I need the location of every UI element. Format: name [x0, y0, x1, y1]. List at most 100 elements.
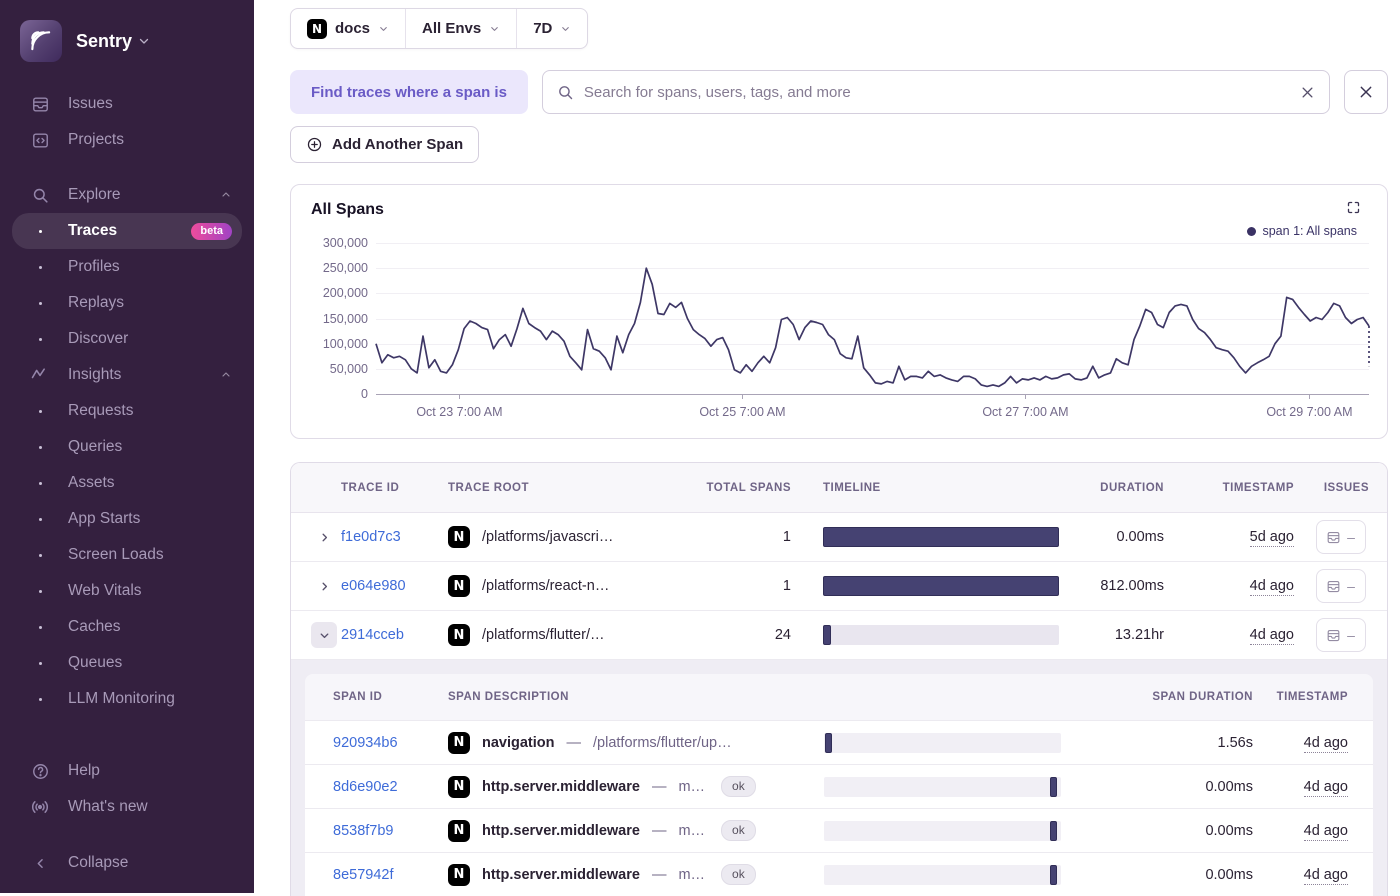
- col-span-id: SPAN ID: [333, 691, 448, 703]
- chevron-up-icon: [220, 189, 232, 201]
- sidebar-item-traces[interactable]: Tracesbeta: [12, 213, 242, 249]
- y-tick-label: 250,000: [323, 261, 368, 275]
- expand-chart-icon[interactable]: [1346, 200, 1361, 220]
- span-description: m…: [678, 867, 705, 883]
- sidebar-item-replays[interactable]: Replays: [12, 285, 242, 321]
- sidebar-item-label: LLM Monitoring: [68, 690, 175, 708]
- timeline-bar-full[interactable]: [823, 576, 1059, 596]
- bullet-dot-icon: [28, 590, 52, 593]
- sidebar-item-screen-loads[interactable]: Screen Loads: [12, 537, 242, 573]
- find-traces-label[interactable]: Find traces where a span is: [290, 70, 528, 114]
- separator: —: [652, 779, 667, 795]
- project-name: docs: [335, 20, 370, 37]
- sidebar-item-assets[interactable]: Assets: [12, 465, 242, 501]
- sidebar-item-label: Replays: [68, 294, 124, 312]
- sidebar-item-app-starts[interactable]: App Starts: [12, 501, 242, 537]
- span-id-link[interactable]: 8d6e90e2: [333, 779, 448, 795]
- clear-search-icon[interactable]: [1300, 85, 1315, 100]
- span-duration-value: 0.00ms: [1061, 779, 1253, 795]
- chart-plot-area[interactable]: [376, 243, 1369, 394]
- close-icon: [1358, 84, 1374, 100]
- date-range-selector[interactable]: 7D: [516, 9, 587, 48]
- bullet-dot-icon: [28, 518, 52, 521]
- timestamp-link[interactable]: 4d ago: [1304, 823, 1348, 841]
- x-tick-label: Oct 29 7:00 AM: [1266, 405, 1352, 419]
- sidebar-item-llm-monitoring[interactable]: LLM Monitoring: [12, 681, 242, 717]
- search-icon: [28, 186, 52, 205]
- span-table-header: SPAN ID SPAN DESCRIPTION SPAN DURATION T…: [305, 674, 1373, 720]
- sidebar-item-web-vitals[interactable]: Web Vitals: [12, 573, 242, 609]
- sidebar-item-caches[interactable]: Caches: [12, 609, 242, 645]
- sidebar-item-issues[interactable]: Issues: [12, 86, 242, 122]
- span-timeline-track[interactable]: [824, 821, 1061, 841]
- project-selector[interactable]: N docs: [291, 9, 405, 48]
- sidebar: Sentry Issues Projects Explore: [0, 0, 254, 893]
- sidebar-item-projects[interactable]: Projects: [12, 122, 242, 158]
- add-another-span-button[interactable]: Add Another Span: [290, 126, 479, 163]
- sidebar-item-label: Profiles: [68, 258, 120, 276]
- issues-icon: [1326, 579, 1341, 594]
- trace-id-link[interactable]: e064e980: [341, 578, 448, 594]
- environment-selector[interactable]: All Envs: [405, 9, 516, 48]
- sidebar-item-label: Screen Loads: [68, 546, 164, 564]
- trace-id-link[interactable]: f1e0d7c3: [341, 529, 448, 545]
- span-search-input[interactable]: [584, 84, 1290, 101]
- chart-legend[interactable]: span 1: All spans: [1247, 224, 1357, 238]
- x-tick-label: Oct 27 7:00 AM: [982, 405, 1068, 419]
- expand-row-chevron-icon[interactable]: [311, 524, 337, 550]
- sidebar-item-label: Web Vitals: [68, 582, 142, 600]
- y-axis-labels: 300,000250,000200,000150,000100,00050,00…: [291, 243, 368, 394]
- sentry-logo-icon[interactable]: [20, 20, 62, 62]
- page-filter-bar: N docs All Envs 7D: [290, 8, 588, 49]
- timestamp-link[interactable]: 4d ago: [1304, 867, 1348, 885]
- sidebar-item-queues[interactable]: Queues: [12, 645, 242, 681]
- timestamp-link[interactable]: 4d ago: [1250, 578, 1294, 596]
- timeline-bar-full[interactable]: [823, 527, 1059, 547]
- sidebar-item-label: Requests: [68, 402, 133, 420]
- add-span-label: Add Another Span: [332, 136, 463, 153]
- sidebar-section-explore[interactable]: Explore: [12, 177, 242, 213]
- plus-circle-icon: [306, 136, 323, 153]
- sidebar-item-label: Queries: [68, 438, 122, 456]
- issues-button[interactable]: –: [1316, 618, 1366, 652]
- timestamp-link[interactable]: 4d ago: [1304, 779, 1348, 797]
- collapse-row-chevron-icon[interactable]: [311, 622, 337, 648]
- span-timeline-track[interactable]: [824, 733, 1061, 753]
- sidebar-item-discover[interactable]: Discover: [12, 321, 242, 357]
- sidebar-header: Sentry: [0, 0, 254, 76]
- timeline-bar-track[interactable]: [823, 625, 1059, 645]
- sidebar-item-queries[interactable]: Queries: [12, 429, 242, 465]
- sidebar-item-profiles[interactable]: Profiles: [12, 249, 242, 285]
- sidebar-section-insights[interactable]: Insights: [12, 357, 242, 393]
- timestamp-link[interactable]: 5d ago: [1250, 529, 1294, 547]
- expanded-span-panel: SPAN ID SPAN DESCRIPTION SPAN DURATION T…: [291, 660, 1387, 896]
- sidebar-collapse-button[interactable]: Collapse: [12, 845, 242, 881]
- span-status-badge: ok: [721, 864, 756, 885]
- y-tick-label: 150,000: [323, 312, 368, 326]
- issues-button[interactable]: –: [1316, 520, 1366, 554]
- timestamp-link[interactable]: 4d ago: [1250, 627, 1294, 645]
- remove-span-filter-button[interactable]: [1344, 70, 1388, 114]
- brand-name: Sentry: [76, 31, 132, 52]
- span-id-link[interactable]: 8e57942f: [333, 867, 448, 883]
- y-tick-label: 0: [361, 387, 368, 401]
- sidebar-item-whats-new[interactable]: What's new: [12, 789, 242, 825]
- timeline-bar-segment: [823, 625, 831, 645]
- bullet-dot-icon: [28, 554, 52, 557]
- span-table-row: 920934b6Nnavigation—/platforms/flutter/u…: [305, 720, 1373, 764]
- duration-value: 812.00ms: [1059, 578, 1164, 594]
- timestamp-link[interactable]: 4d ago: [1304, 735, 1348, 753]
- main-content: N docs All Envs 7D Find traces where a s…: [254, 0, 1400, 893]
- environment-name: All Envs: [422, 20, 481, 37]
- expand-row-chevron-icon[interactable]: [311, 573, 337, 599]
- duration-value: 0.00ms: [1059, 529, 1164, 545]
- span-id-link[interactable]: 8538f7b9: [333, 823, 448, 839]
- issues-button[interactable]: –: [1316, 569, 1366, 603]
- sidebar-item-help[interactable]: Help: [12, 753, 242, 789]
- span-timeline-track[interactable]: [824, 777, 1061, 797]
- trace-id-link[interactable]: 2914cceb: [341, 627, 448, 643]
- sidebar-item-requests[interactable]: Requests: [12, 393, 242, 429]
- org-switcher[interactable]: Sentry: [76, 31, 150, 52]
- span-id-link[interactable]: 920934b6: [333, 735, 448, 751]
- span-timeline-track[interactable]: [824, 865, 1061, 885]
